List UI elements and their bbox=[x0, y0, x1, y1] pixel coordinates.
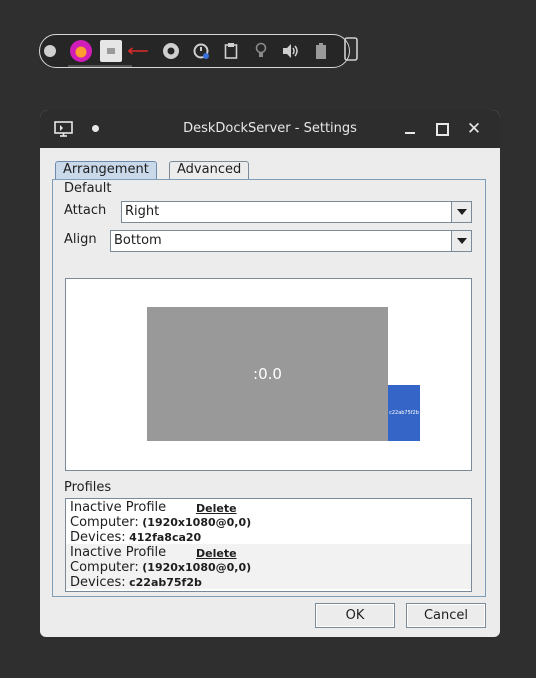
system-tray bbox=[39, 34, 358, 68]
align-label: Align bbox=[64, 232, 97, 247]
clipboard-icon[interactable] bbox=[220, 40, 242, 62]
battery-icon[interactable] bbox=[310, 40, 332, 62]
chevron-down-icon[interactable] bbox=[451, 231, 471, 251]
volume-icon[interactable] bbox=[280, 40, 302, 62]
list-item[interactable]: Inactive Profile Delete Computer: (1920x… bbox=[66, 499, 471, 545]
tray-indicator-bar bbox=[68, 65, 132, 67]
phone-icon[interactable] bbox=[340, 37, 362, 61]
profiles-list: Inactive Profile Delete Computer: (1920x… bbox=[65, 498, 472, 592]
devices-value: 412fa8ca20 bbox=[129, 531, 202, 544]
settings-window: DeskDockServer - Settings ✕ Arrangement … bbox=[40, 110, 500, 637]
attach-label: Attach bbox=[64, 203, 107, 218]
delete-profile-link[interactable]: Delete bbox=[196, 547, 237, 560]
delete-profile-link[interactable]: Delete bbox=[196, 502, 237, 515]
maximize-button[interactable] bbox=[432, 119, 452, 139]
device-display[interactable]: c22ab75f2b bbox=[388, 385, 420, 441]
profile-title: Inactive Profile bbox=[70, 545, 167, 560]
arrow-left-icon[interactable] bbox=[127, 40, 149, 62]
window-title: DeskDockServer - Settings bbox=[183, 121, 357, 136]
profiles-heading: Profiles bbox=[64, 480, 112, 495]
firefox-icon[interactable] bbox=[70, 40, 92, 62]
devices-label: Devices: bbox=[70, 530, 126, 545]
devices-value: c22ab75f2b bbox=[129, 576, 202, 589]
devices-label: Devices: bbox=[70, 575, 126, 590]
status-dot-icon[interactable] bbox=[44, 45, 56, 57]
close-button[interactable]: ✕ bbox=[464, 119, 484, 139]
computer-label: Computer: bbox=[70, 515, 139, 530]
computer-display-label: :0.0 bbox=[253, 365, 282, 383]
title-bar[interactable]: DeskDockServer - Settings ✕ bbox=[40, 110, 500, 148]
chevron-down-icon[interactable] bbox=[451, 202, 471, 222]
align-select[interactable]: Bottom bbox=[110, 230, 472, 252]
device-display-label: c22ab75f2b bbox=[389, 410, 419, 416]
profile-title: Inactive Profile bbox=[70, 500, 167, 515]
lightbulb-icon[interactable] bbox=[250, 40, 272, 62]
tab-advanced[interactable]: Advanced bbox=[169, 161, 250, 179]
cancel-button[interactable]: Cancel bbox=[406, 603, 486, 628]
minimize-button[interactable] bbox=[400, 119, 420, 139]
screen-share-icon[interactable] bbox=[100, 40, 122, 62]
computer-value: (1920x1080@0,0) bbox=[142, 561, 252, 574]
arrangement-panel: Default Attach Right Align Bottom :0.0 c… bbox=[52, 179, 486, 597]
list-item[interactable]: Inactive Profile Delete Computer: (1920x… bbox=[66, 544, 471, 590]
align-value: Bottom bbox=[114, 233, 162, 248]
computer-value: (1920x1080@0,0) bbox=[142, 516, 252, 529]
attach-value: Right bbox=[125, 204, 160, 219]
computer-label: Computer: bbox=[70, 560, 139, 575]
chrome-icon[interactable] bbox=[160, 40, 182, 62]
display-arrangement-canvas: :0.0 c22ab75f2b bbox=[65, 278, 472, 471]
computer-display[interactable]: :0.0 bbox=[147, 307, 388, 441]
ok-button[interactable]: OK bbox=[315, 603, 395, 628]
attach-select[interactable]: Right bbox=[121, 201, 472, 223]
default-heading: Default bbox=[64, 181, 112, 196]
sync-icon[interactable] bbox=[190, 40, 212, 62]
tab-arrangement[interactable]: Arrangement bbox=[55, 161, 157, 179]
